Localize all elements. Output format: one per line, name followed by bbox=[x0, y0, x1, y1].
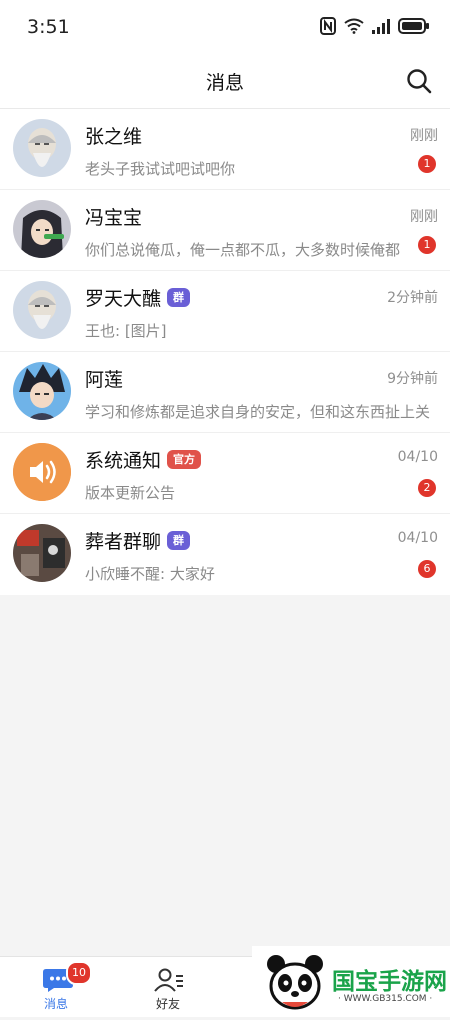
avatar bbox=[13, 281, 71, 339]
tab-friends[interactable]: 好友 bbox=[118, 957, 218, 1017]
message-time: 04/10 bbox=[397, 530, 438, 546]
unread-badge: 1 bbox=[418, 236, 436, 254]
friends-icon bbox=[154, 968, 183, 992]
avatar bbox=[13, 362, 71, 420]
page-title: 消息 bbox=[205, 72, 244, 94]
status-bar: 3:51 bbox=[0, 0, 450, 56]
avatar bbox=[13, 200, 71, 258]
conversation-item[interactable]: 罗天大醮 群 王也: [图片] 2分钟前 bbox=[0, 271, 450, 352]
message-time: 刚刚 bbox=[410, 209, 438, 225]
name-line: 系统通知 官方 bbox=[85, 446, 202, 473]
name-line: 罗天大醮 群 bbox=[85, 284, 191, 311]
app-header: 消息 bbox=[0, 56, 450, 109]
unread-badge: 1 bbox=[418, 155, 436, 173]
message-time: 刚刚 bbox=[410, 128, 438, 144]
group-tag: 群 bbox=[167, 288, 191, 307]
tab-label: 好友 bbox=[155, 997, 180, 1011]
speaker-icon bbox=[13, 443, 71, 501]
search-icon bbox=[407, 69, 432, 94]
message-preview: 学习和修炼都是追求自身的安定，但和这东西扯上关 bbox=[85, 403, 431, 421]
contact-name: 阿莲 bbox=[85, 369, 124, 391]
contact-name: 张之维 bbox=[85, 126, 143, 148]
avatar bbox=[13, 443, 71, 501]
message-preview: 你们总说俺瓜，俺一点都不瓜，大多数时候俺都 bbox=[85, 241, 401, 259]
panda-logo bbox=[267, 955, 323, 1010]
watermark-brand: 国宝手游网 bbox=[332, 969, 447, 995]
contact-name: 冯宝宝 bbox=[85, 207, 143, 229]
avatar bbox=[13, 119, 71, 177]
status-time: 3:51 bbox=[27, 16, 70, 38]
tab-label: 消息 bbox=[43, 997, 68, 1011]
battery-icon bbox=[398, 18, 429, 34]
tab-unread-badge: 10 bbox=[66, 961, 92, 985]
message-time: 04/10 bbox=[397, 449, 438, 465]
conversation-list: 张之维 老头子我试试吧试吧你 刚刚 1 冯宝宝 你们总说俺瓜，俺一点都不瓜，大多… bbox=[0, 109, 450, 595]
tab-messages[interactable]: 10 消息 bbox=[6, 957, 106, 1017]
group-name: 罗天大醮 bbox=[85, 288, 162, 310]
unread-badge: 2 bbox=[418, 479, 436, 497]
name-line: 葬者群聊 群 bbox=[85, 527, 191, 554]
name-line: 阿莲 bbox=[85, 365, 123, 392]
status-icons bbox=[320, 17, 430, 35]
signal-icon bbox=[372, 18, 390, 34]
conversation-item[interactable]: 系统通知 官方 版本更新公告 04/10 2 bbox=[0, 433, 450, 514]
search-button[interactable] bbox=[404, 66, 434, 96]
message-preview: 版本更新公告 bbox=[85, 484, 176, 502]
message-preview: 王也: [图片] bbox=[85, 322, 167, 340]
name-line: 冯宝宝 bbox=[85, 203, 142, 230]
conversation-item[interactable]: 葬者群聊 群 小欣睡不醒: 大家好 04/10 6 bbox=[0, 514, 450, 595]
nfc-icon bbox=[320, 17, 336, 35]
watermark-url: · WWW.GB315.COM · bbox=[338, 994, 433, 1004]
wifi-icon bbox=[344, 18, 364, 34]
system-name: 系统通知 bbox=[85, 450, 162, 472]
official-tag: 官方 bbox=[167, 450, 202, 469]
group-tag: 群 bbox=[167, 531, 191, 550]
message-time: 2分钟前 bbox=[387, 290, 438, 306]
group-name: 葬者群聊 bbox=[85, 531, 162, 553]
message-preview: 老头子我试试吧试吧你 bbox=[85, 160, 236, 178]
avatar bbox=[13, 524, 71, 582]
conversation-item[interactable]: 冯宝宝 你们总说俺瓜，俺一点都不瓜，大多数时候俺都 刚刚 1 bbox=[0, 190, 450, 271]
watermark: 国宝手游网 · WWW.GB315.COM · bbox=[252, 946, 450, 1016]
name-line: 张之维 bbox=[85, 122, 142, 149]
conversation-item[interactable]: 阿莲 学习和修炼都是追求自身的安定，但和这东西扯上关 9分钟前 bbox=[0, 352, 450, 433]
conversation-item[interactable]: 张之维 老头子我试试吧试吧你 刚刚 1 bbox=[0, 109, 450, 190]
message-preview: 小欣睡不醒: 大家好 bbox=[85, 565, 215, 583]
message-time: 9分钟前 bbox=[387, 371, 438, 387]
unread-badge: 6 bbox=[418, 560, 436, 578]
